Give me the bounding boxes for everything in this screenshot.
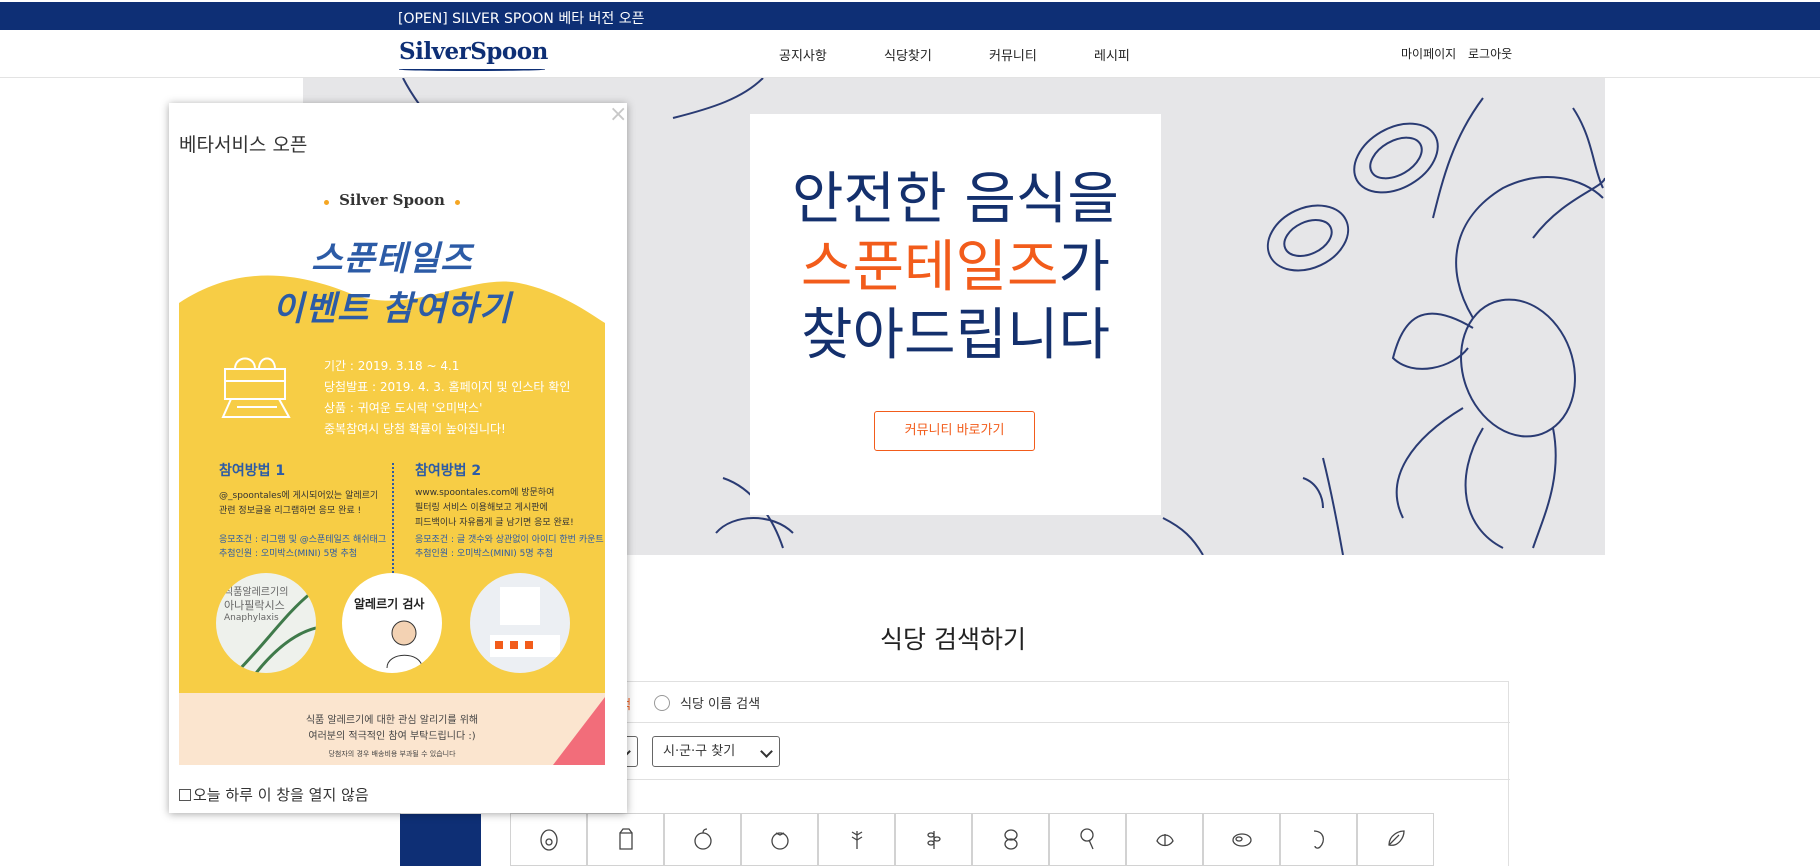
method2-line1: www.spoontales.com에 방문하여 [415,488,555,498]
category-tile[interactable] [895,813,972,866]
fruit-icon [1388,830,1405,846]
city-select-value: 시·군·구 찾기 [663,744,736,759]
site-screenshot-illustration [490,587,560,657]
category-tile[interactable] [818,813,895,866]
radio-circle[interactable] [654,694,670,711]
method2-line2: 필터링 서비스 이용해보고 게시판에 [415,503,548,513]
category-tile[interactable] [741,813,818,866]
category-tile[interactable] [587,813,664,866]
circle1-text2: 아나필락시스 [224,599,285,612]
poster-brand: Silver Spoon [339,191,445,209]
poster-period: 기간 : 2019. 3.18 ~ 4.1 [324,359,460,373]
poster-announce: 당첨발표 : 2019. 4. 3. 홈페이지 및 인스타 확인 [324,380,571,394]
method2-prize: 추첨인원 : 오미박스(MINI) 5명 추첨 [415,549,554,559]
category-tile[interactable] [1280,813,1357,866]
soybean-icon [927,831,941,849]
hero-line-3: 찾아드립니다 [800,303,1111,368]
logo[interactable]: SilverSpoon [399,38,548,65]
mypage-link[interactable]: 마이페이지 [1401,45,1456,62]
search-section-title: 식당 검색하기 [880,625,1026,654]
hero-line-2-rest: 가 [1058,235,1111,300]
hero-accent-text: 스푼테일즈 [800,235,1059,300]
method1-cond: 응모조건 : 리그램 및 @스푼테일즈 해쉬태그 [219,535,387,545]
event-poster[interactable]: Silver Spoon 스푼테일즈 이벤트 참여하기 기간 : 2019. 3… [179,163,605,765]
hero-line-2: 스푼테일즈가 [750,234,1161,302]
poster-bottom-2: 여러분의 적극적인 참여 부탁드립니다 :) [308,731,476,742]
wheat-icon [851,831,863,849]
peanut-icon [1004,829,1018,850]
category-tile[interactable] [1357,813,1434,866]
nav-find-restaurant[interactable]: 식당찾기 [884,45,932,64]
close-icon[interactable]: × [609,104,627,126]
poster-image-site-screenshot [470,573,570,673]
nav-community[interactable]: 커뮤니티 [989,45,1037,64]
poster-image-allergy-test: 알레르기 검사 [342,573,442,673]
popup-title: 베타서비스 오픈 [179,134,308,156]
method2-line3: 피드백이나 자유롭게 글 남기면 응모 완료! [415,518,574,528]
category-tile[interactable] [664,813,741,866]
poster-prize: 상품 : 귀여운 도시락 '오미박스' [324,401,483,415]
poster-bottom-3: 당첨자의 경우 배송비용 부과될 수 있습니다 [328,750,456,758]
category-tile[interactable] [1049,813,1126,866]
basket-icon [221,357,291,418]
chevron-down-icon [760,745,773,758]
announcement-text[interactable]: [OPEN] SILVER SPOON 베타 버전 오픈 [398,8,645,28]
category-header-block [400,814,481,866]
radio-name-search-label: 식당 이름 검색 [680,697,761,712]
beta-popup: × 베타서비스 오픈 Silver Spoon 스푼테일즈 이벤트 참여하기 기… [169,103,627,813]
tomato-icon [771,832,789,850]
site-header: SilverSpoon 공지사항 식당찾기 커뮤니티 레시피 마이페이지 로그아… [0,30,1820,78]
poster-footer: 식품 알레르기에 대한 관심 알리기를 위해 여러분의 적극적인 참여 부탁드립… [179,693,605,765]
egg-icon [540,829,558,851]
radio-name-search[interactable]: 식당 이름 검색 [654,693,760,712]
city-select[interactable]: 시·군·구 찾기 [652,736,780,767]
method1-line2: 관련 정보글을 리그램하면 응모 완료 ! [219,506,362,516]
announcement-bar: [OPEN] SILVER SPOON 베타 버전 오픈 [0,2,1820,30]
community-shortcut-button[interactable]: 커뮤니티 바로가기 [874,411,1035,451]
poster-divider [392,463,394,573]
category-tile[interactable] [1203,813,1280,866]
poster-image-anaphylaxis: 식품알레르기의 아나필락시스 Anaphylaxis [216,573,316,673]
method1-prize: 추첨인원 : 오미박스(MINI) 5명 추첨 [219,549,358,559]
chicken-icon [1080,828,1094,850]
dont-show-today[interactable]: 오늘 하루 이 창을 열지 않음 [179,784,369,805]
meat-icon [1232,833,1252,847]
hero-card: 안전한 음식을 스푼테일즈가 찾아드립니다 커뮤니티 바로가기 [750,114,1161,515]
circle1-text3: Anaphylaxis [224,613,279,623]
hero-line-1: 안전한 음식을 [792,167,1119,232]
method2-title: 참여방법 2 [415,463,482,479]
nav-notice[interactable]: 공지사항 [779,45,827,64]
method1-line1: @_spoontales에 게시되어있는 알레르기 [219,491,379,501]
poster-headline-2: 이벤트 참여하기 [272,289,512,329]
method2-cond: 응모조건 : 글 갯수와 상관없이 아이디 한번 카운트 [415,535,604,545]
circle1-text: 식품알레르기의 [224,587,289,598]
shrimp-icon [1313,830,1325,849]
poster-bottom-1: 식품 알레르기에 대한 관심 알리기를 위해 [305,715,479,726]
dont-show-today-label: 오늘 하루 이 창을 열지 않음 [193,786,369,804]
category-tile[interactable] [1126,813,1203,866]
category-tile[interactable] [972,813,1049,866]
doctor-illustration [386,620,423,669]
logo-swoosh [399,68,545,71]
poster-note: 중복참여시 당첨 확률이 높아집니다! [324,422,506,436]
category-tile[interactable] [510,813,587,866]
logout-link[interactable]: 로그아웃 [1468,45,1512,62]
poster-headline-1: 스푼테일즈 [311,239,473,279]
shellfish-icon [1156,834,1174,847]
dont-show-today-checkbox[interactable] [179,788,191,801]
method1-title: 참여방법 1 [219,463,286,479]
milk-icon [619,828,633,850]
nav-recipe[interactable]: 레시피 [1094,45,1130,64]
buckwheat-icon [694,828,712,850]
